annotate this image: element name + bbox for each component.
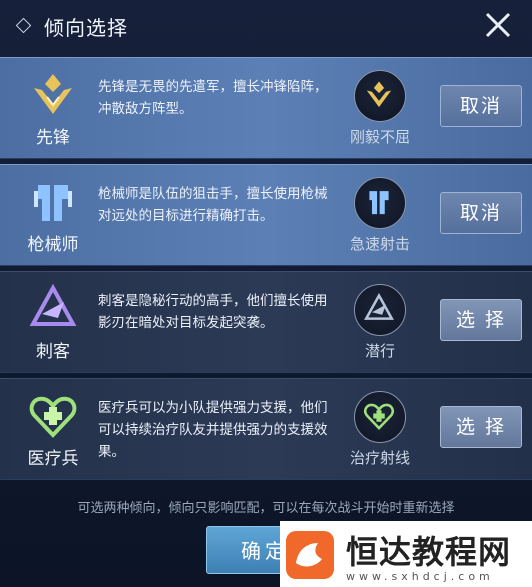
watermark-logo-icon [286, 531, 334, 579]
watermark-url: www.sxhdcj.com [346, 570, 494, 583]
skill-name: 潜行 [364, 342, 395, 360]
role-name: 枪械师 [27, 235, 79, 255]
cancel-button[interactable]: 取消 [440, 192, 522, 234]
medic-skill-icon [364, 403, 394, 431]
skill-icon-frame [354, 391, 406, 443]
cancel-button[interactable]: 取消 [440, 85, 522, 127]
assassin-skill-icon [364, 293, 394, 320]
diamond-icon [15, 17, 32, 34]
select-button[interactable]: 选 择 [440, 406, 522, 448]
skill-name: 治疗射线 [349, 449, 410, 467]
skill-name: 刚毅不屈 [349, 128, 410, 146]
select-button[interactable]: 选 择 [440, 299, 522, 341]
skill-name: 急速射击 [349, 235, 410, 253]
watermark-name: 恒达教程网 [346, 533, 512, 571]
footer-note: 可选两种倾向，倾向只影响匹配，可以在每次战斗开始时重新选择 [77, 501, 455, 516]
role-card-assassin: 刺客 刺客是隐秘行动的高手，他们擅长使用影刃在暗处对目标发起突袭。 潜行 选 择 [0, 271, 532, 373]
role-card-medic: 医疗兵 医疗兵可以为小队提供强力支援，他们可以持续治疗队友并提供强力的支援效果。… [0, 378, 532, 480]
watermark: 恒达教程网 www.sxhdcj.com [280, 521, 532, 587]
role-description: 先锋是无畏的先遣军，擅长冲锋陷阵，冲散敌方阵型。 [98, 79, 328, 117]
role-name: 刺客 [36, 342, 70, 362]
role-description: 医疗兵可以为小队提供强力支援，他们可以持续治疗队友并提供强力的支援效果。 [98, 400, 328, 460]
skill-icon-frame [354, 70, 406, 122]
skill-icon-frame [354, 284, 406, 336]
gunsmith-icon [34, 185, 72, 221]
role-card-gunsmith: 枪械师 枪械师是队伍的狙击手，擅长使用枪械对远处的目标进行精确打击。 急速射击 … [0, 164, 532, 266]
assassin-icon [29, 284, 77, 326]
vanguard-skill-icon [366, 81, 392, 108]
close-icon[interactable] [478, 8, 518, 44]
dialog-header: 倾向选择 [0, 0, 532, 52]
gunsmith-skill-icon [369, 191, 389, 215]
role-name: 医疗兵 [27, 449, 79, 469]
role-card-vanguard: 先锋 先锋是无畏的先遣军，擅长冲锋陷阵，冲散敌方阵型。 刚毅不屈 取消 [0, 57, 532, 159]
skill-icon-frame [354, 177, 406, 229]
role-description: 枪械师是队伍的狙击手，擅长使用枪械对远处的目标进行精确打击。 [98, 186, 328, 224]
vanguard-icon [34, 74, 72, 114]
medic-icon [29, 396, 77, 438]
dialog-title: 倾向选择 [44, 16, 128, 40]
role-description: 刺客是隐秘行动的高手，他们擅长使用影刃在暗处对目标发起突袭。 [98, 293, 328, 331]
role-name: 先锋 [36, 128, 70, 148]
